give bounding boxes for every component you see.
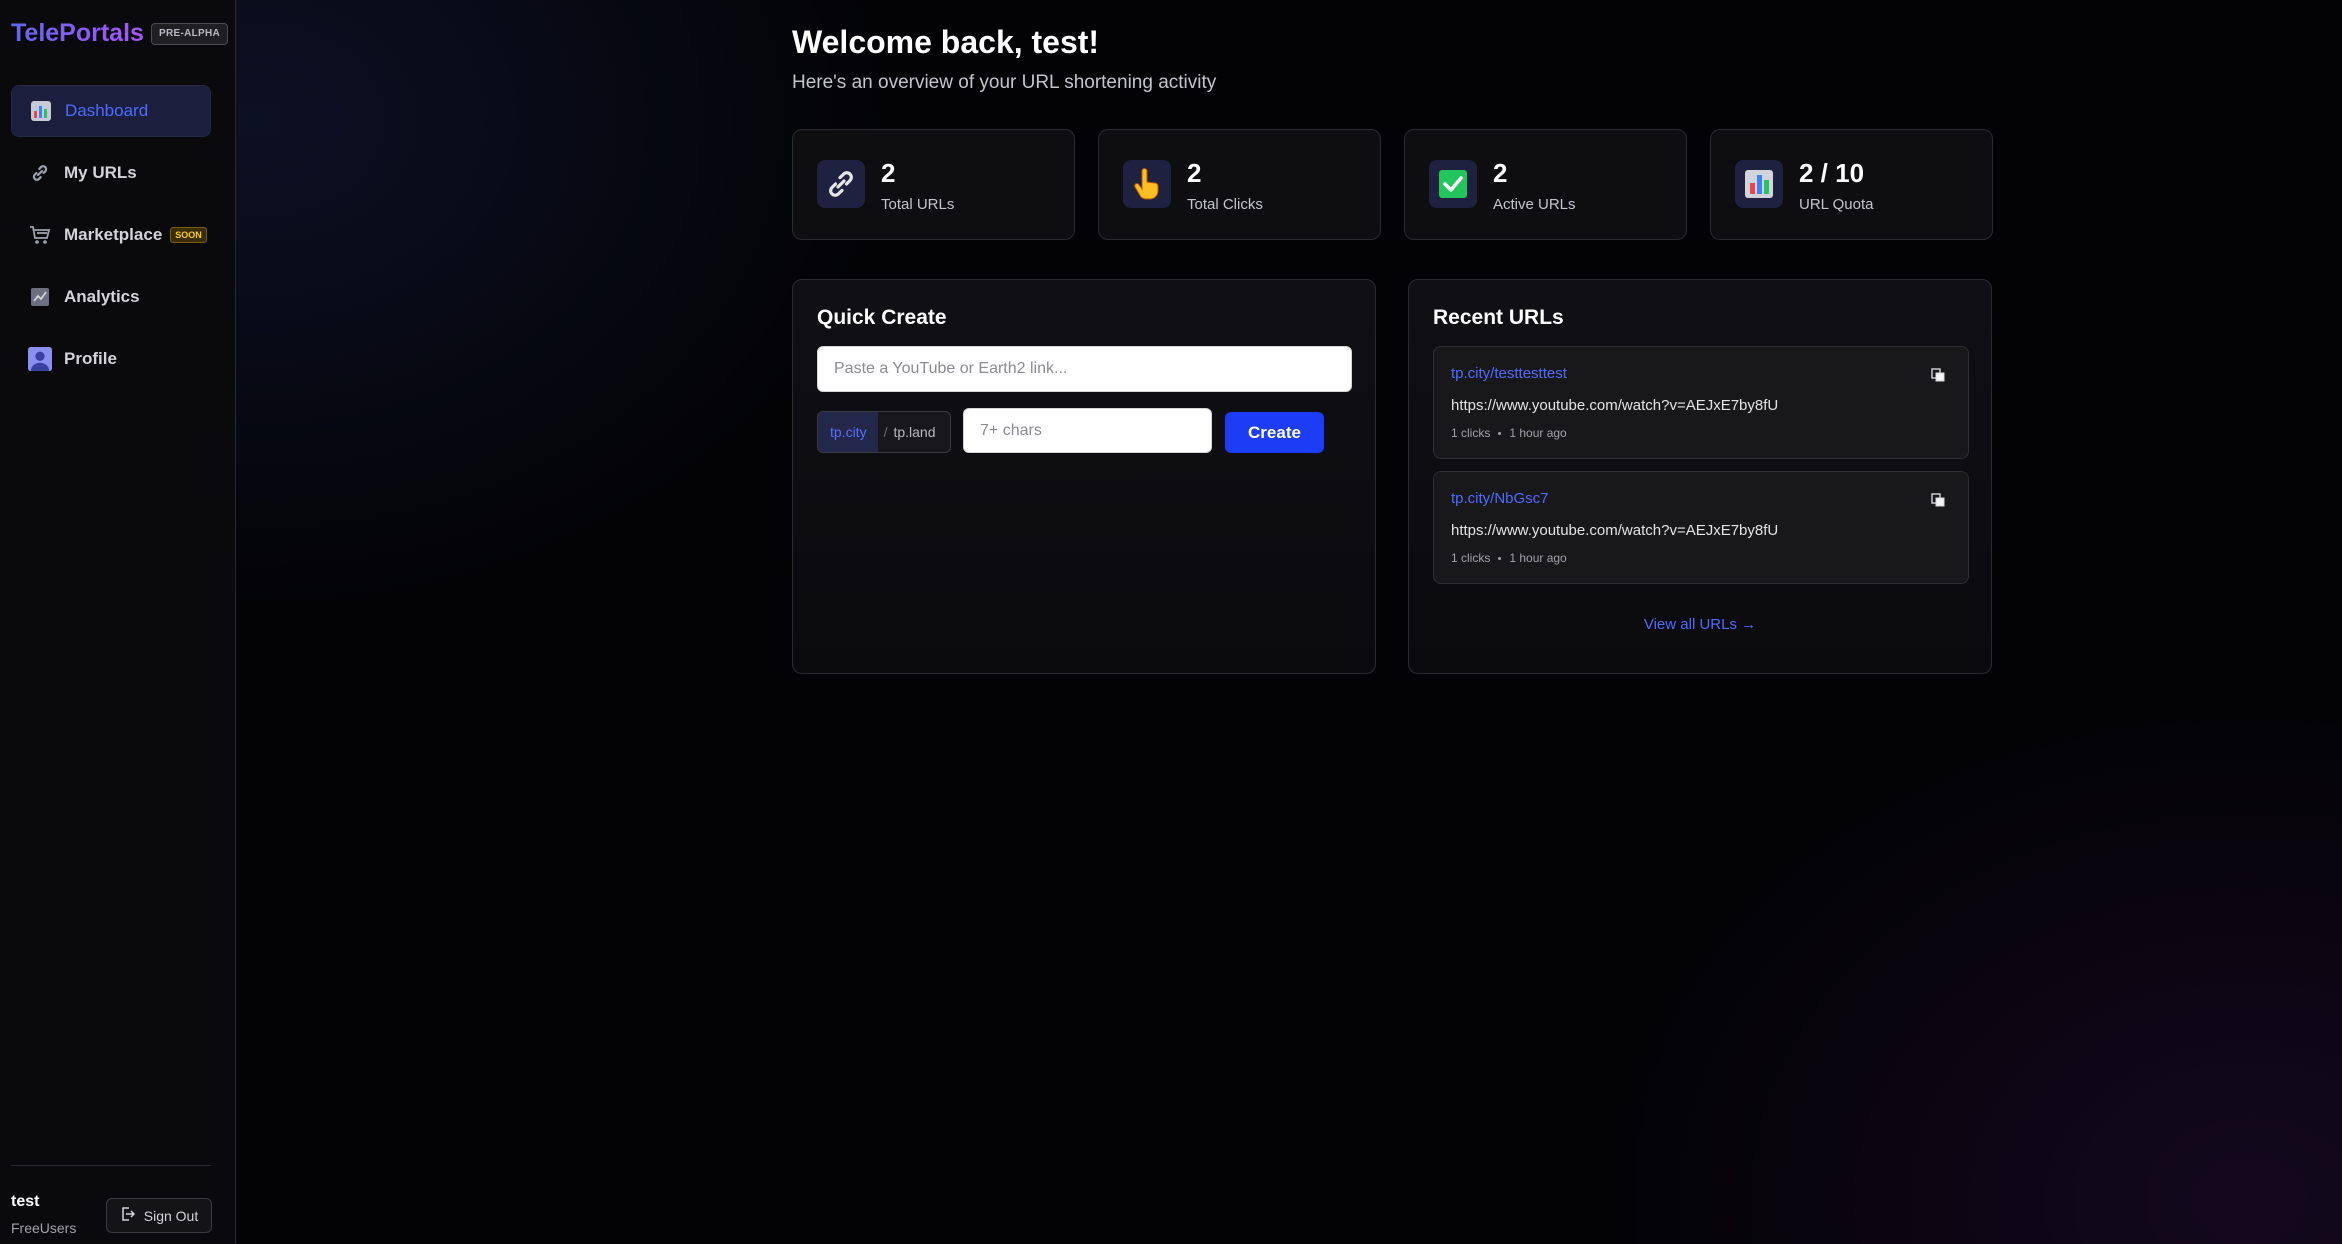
sidebar-item-my-urls[interactable]: My URLs <box>11 147 211 199</box>
sidebar-item-label: Marketplace <box>64 225 163 244</box>
recent-urls-title: Recent URLs <box>1433 306 1564 329</box>
bar-chart-icon <box>1735 160 1783 208</box>
stat-card-total-clicks: 2 Total Clicks <box>1098 129 1381 240</box>
domain-toggle: tp.city / tp.land <box>817 411 951 453</box>
stat-value: 2 <box>881 158 896 188</box>
sidebar-item-dashboard[interactable]: Dashboard <box>11 85 211 137</box>
app: TelePortals PRE-ALPHA Dashboard My URLs … <box>0 0 2342 1244</box>
link-input[interactable] <box>817 346 1352 392</box>
link-icon <box>28 161 52 185</box>
click-count: 1 clicks <box>1451 551 1491 565</box>
separator-dot <box>1498 556 1502 560</box>
sidebar-item-marketplace[interactable]: Marketplace SOON <box>11 209 211 261</box>
sign-out-icon <box>120 1206 136 1225</box>
url-meta: 1 clicks 1 hour ago <box>1451 551 1567 565</box>
separator-dot <box>1498 431 1502 435</box>
stat-value: 2 <box>1187 158 1202 188</box>
link-icon <box>817 160 865 208</box>
sign-out-button[interactable]: Sign Out <box>106 1198 212 1233</box>
page-title: Welcome back, test! <box>792 24 1100 60</box>
original-url: https://www.youtube.com/watch?v=AEJxE7by… <box>1451 397 1779 414</box>
stat-label: Active URLs <box>1493 196 1576 213</box>
sidebar-item-analytics[interactable]: Analytics <box>11 271 211 323</box>
url-meta: 1 clicks 1 hour ago <box>1451 426 1567 440</box>
bar-chart-icon <box>29 99 53 123</box>
create-button[interactable]: Create <box>1225 412 1324 453</box>
stat-label: Total URLs <box>881 196 955 213</box>
stat-card-url-quota: 2 / 10 URL Quota <box>1710 129 1993 240</box>
created-time: 1 hour ago <box>1509 426 1567 440</box>
click-count: 1 clicks <box>1451 426 1491 440</box>
view-all-urls-link[interactable]: View all URLs → <box>1409 616 1991 633</box>
shopping-cart-icon <box>28 223 52 247</box>
user-icon <box>28 347 52 371</box>
slug-input[interactable] <box>963 408 1212 453</box>
stat-value: 2 <box>1493 158 1508 188</box>
sidebar-item-label: Analytics <box>64 287 140 306</box>
pre-alpha-badge: PRE-ALPHA <box>151 23 229 45</box>
list-item: tp.city/NbGsc7 https://www.youtube.com/w… <box>1433 471 1969 584</box>
brand-logo[interactable]: TelePortals <box>11 19 144 48</box>
domain-separator: / <box>883 424 888 440</box>
sidebar-divider <box>11 1165 211 1166</box>
user-name: test <box>11 1193 40 1210</box>
sidebar-item-label: My URLs <box>64 163 137 182</box>
original-url: https://www.youtube.com/watch?v=AEJxE7by… <box>1451 522 1779 539</box>
short-url-link[interactable]: tp.city/testtesttest <box>1451 365 1567 382</box>
domain-option-tp-city[interactable]: tp.city <box>818 412 878 452</box>
line-chart-icon <box>28 285 52 309</box>
user-plan: FreeUsers <box>11 1220 77 1236</box>
copy-icon[interactable] <box>1930 492 1946 508</box>
stat-label: URL Quota <box>1799 196 1874 213</box>
quick-create-title: Quick Create <box>817 306 947 329</box>
quick-create-panel: Quick Create tp.city / tp.land Create <box>792 279 1376 674</box>
stat-label: Total Clicks <box>1187 196 1263 213</box>
created-time: 1 hour ago <box>1509 551 1567 565</box>
sidebar-item-label: Dashboard <box>65 101 149 120</box>
sidebar: TelePortals PRE-ALPHA Dashboard My URLs … <box>0 0 236 1244</box>
pointing-hand-icon <box>1123 160 1171 208</box>
sidebar-item-profile[interactable]: Profile <box>11 333 211 385</box>
soon-badge: SOON <box>170 227 207 243</box>
stat-card-total-urls: 2 Total URLs <box>792 129 1075 240</box>
check-mark-icon <box>1429 160 1477 208</box>
short-url-link[interactable]: tp.city/NbGsc7 <box>1451 490 1549 507</box>
page-subtitle: Here's an overview of your URL shortenin… <box>792 72 1217 93</box>
list-item: tp.city/testtesttest https://www.youtube… <box>1433 346 1969 459</box>
sign-out-label: Sign Out <box>143 1207 199 1224</box>
stat-value: 2 / 10 <box>1799 158 1865 188</box>
recent-urls-panel: Recent URLs tp.city/testtesttest https:/… <box>1408 279 1992 674</box>
stat-card-active-urls: 2 Active URLs <box>1404 129 1687 240</box>
domain-option-tp-land[interactable]: tp.land <box>893 412 945 452</box>
copy-icon[interactable] <box>1930 367 1946 383</box>
sidebar-item-label: Profile <box>64 349 117 368</box>
